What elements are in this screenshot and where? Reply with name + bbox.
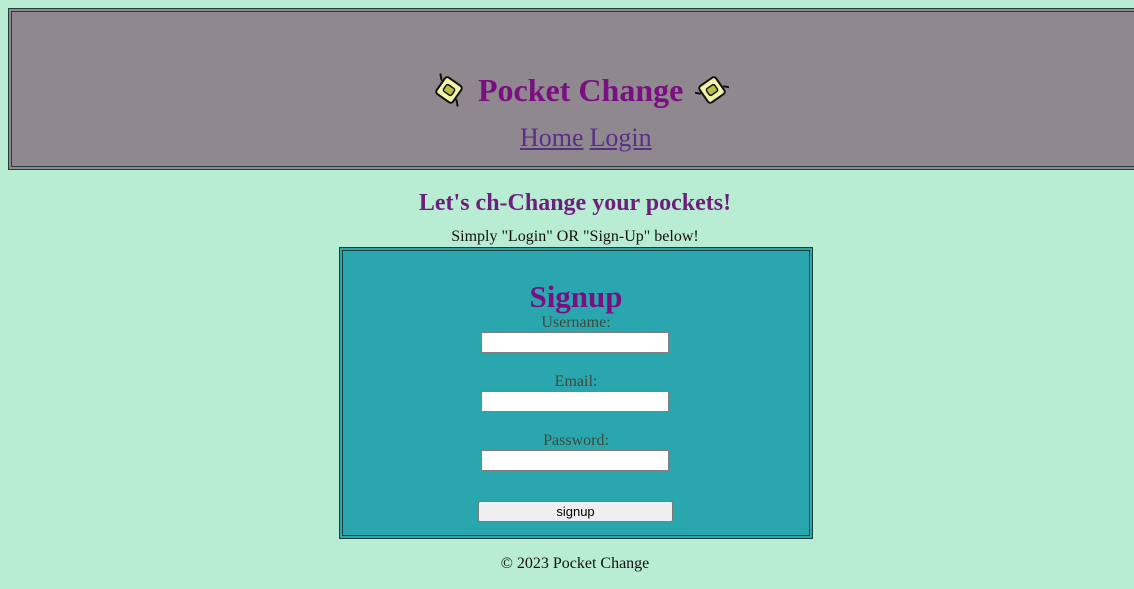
hero-title: Let's ch-Change your pockets! bbox=[418, 189, 732, 216]
password-label: Password: bbox=[543, 432, 609, 449]
signup-form: Signup Username: Email: Password: signup bbox=[339, 247, 813, 539]
username-label: Username: bbox=[541, 314, 611, 331]
nav-login-link[interactable]: Login bbox=[590, 125, 652, 151]
pocket-change-logo-icon-right bbox=[693, 73, 732, 107]
site-header: Pocket Change Home Login bbox=[8, 8, 1134, 170]
username-input[interactable] bbox=[481, 332, 669, 353]
password-input[interactable] bbox=[481, 450, 669, 471]
footer-copyright: © 2023 Pocket Change bbox=[500, 555, 650, 572]
hero-subtitle: Simply "Login" OR "Sign-Up" below! bbox=[451, 228, 699, 245]
main-nav: Home Login bbox=[520, 125, 652, 151]
signup-title: Signup bbox=[529, 278, 623, 314]
brand: Pocket Change bbox=[432, 70, 732, 110]
signup-button[interactable]: signup bbox=[478, 501, 673, 522]
site-title: Pocket Change bbox=[478, 72, 684, 108]
pocket-change-logo-icon-left bbox=[432, 73, 466, 107]
nav-home-link[interactable]: Home bbox=[520, 125, 584, 151]
email-label: Email: bbox=[554, 373, 598, 390]
email-input[interactable] bbox=[481, 391, 669, 412]
